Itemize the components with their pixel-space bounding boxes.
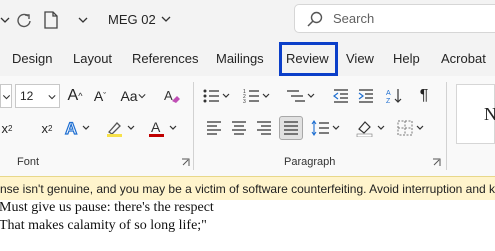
- document-name: MEG 02: [108, 11, 156, 27]
- multilevel-list-icon[interactable]: [285, 84, 317, 108]
- borders-icon[interactable]: [396, 116, 428, 140]
- font-size-dropdown[interactable]: 12: [15, 84, 60, 108]
- review-tab-highlight: [279, 42, 338, 76]
- redo-icon[interactable]: [13, 9, 35, 31]
- document-page[interactable]: Must give us pause: there's the respect …: [0, 200, 495, 251]
- tab-layout[interactable]: Layout: [73, 44, 112, 74]
- change-case-icon[interactable]: Aa: [118, 84, 148, 108]
- new-document-icon[interactable]: [41, 9, 61, 31]
- paragraph-group-label: Paragraph: [284, 156, 336, 168]
- increase-indent-icon[interactable]: [355, 84, 377, 108]
- chevron-down-icon: [48, 95, 56, 100]
- align-left-icon[interactable]: [203, 116, 225, 140]
- align-center-icon[interactable]: [228, 116, 250, 140]
- undo-dropdown-chevron-icon[interactable]: [0, 11, 10, 29]
- align-right-icon[interactable]: [253, 116, 275, 140]
- svg-text:Z: Z: [386, 98, 391, 105]
- paragraph-dialog-launcher-icon[interactable]: [430, 156, 442, 168]
- font-name-dropdown[interactable]: [0, 84, 12, 108]
- search-icon: [307, 11, 323, 27]
- group-separator: [446, 82, 447, 170]
- ribbon-tabs: Design Layout References Mailings Review…: [0, 44, 495, 74]
- chevron-down-icon: [161, 16, 171, 22]
- style-gallery-normal[interactable]: N: [456, 84, 495, 144]
- text-effects-icon[interactable]: A: [63, 116, 93, 140]
- svg-text:A: A: [164, 88, 173, 103]
- document-title-button[interactable]: MEG 02: [108, 9, 171, 29]
- grow-font-icon[interactable]: A ^: [64, 84, 86, 108]
- font-group-label: Font: [17, 156, 40, 168]
- svg-text:A: A: [386, 90, 391, 97]
- tab-help[interactable]: Help: [393, 44, 420, 74]
- subscript-partial-icon[interactable]: x2: [0, 116, 14, 140]
- font-dialog-launcher-icon[interactable]: [179, 156, 191, 168]
- superscript-icon[interactable]: x2: [36, 116, 58, 140]
- numbering-icon[interactable]: 123: [243, 84, 273, 108]
- tab-references[interactable]: References: [132, 44, 198, 74]
- tab-view[interactable]: View: [346, 44, 374, 74]
- search-box[interactable]: Search: [294, 4, 495, 33]
- chevron-down-icon: [2, 95, 11, 100]
- tab-acrobat[interactable]: Acrobat: [441, 44, 486, 74]
- license-warning-banner: nse isn't genuine, and you may be a vict…: [0, 176, 495, 201]
- justify-icon[interactable]: [279, 116, 303, 140]
- bullets-icon[interactable]: [203, 84, 233, 108]
- decrease-indent-icon[interactable]: [330, 84, 352, 108]
- line-spacing-icon[interactable]: [310, 116, 342, 140]
- license-warning-text: nse isn't genuine, and you may be a vict…: [0, 182, 495, 196]
- font-size-value: 12: [20, 89, 34, 103]
- tab-mailings[interactable]: Mailings: [216, 44, 264, 74]
- shrink-font-icon[interactable]: Aˇ: [89, 84, 111, 108]
- sort-icon[interactable]: AZ: [383, 84, 405, 108]
- document-line: Must give us pause: there's the respect: [0, 200, 214, 215]
- title-bar: MEG 02 Search: [0, 0, 495, 38]
- ribbon-panel: 12 A ^ Aˇ Aa A x2 x2 A A Font 123 AZ ¶ P…: [0, 76, 495, 176]
- svg-text:3: 3: [243, 99, 246, 104]
- show-hide-marks-icon[interactable]: ¶: [413, 84, 435, 108]
- shading-icon[interactable]: [354, 116, 388, 140]
- font-color-icon[interactable]: A: [146, 116, 180, 140]
- document-line: That makes calamity of so long life;": [0, 218, 207, 233]
- group-separator: [193, 82, 194, 170]
- clear-formatting-icon[interactable]: A: [161, 84, 183, 108]
- svg-text:A: A: [151, 119, 161, 135]
- highlight-color-icon[interactable]: [104, 116, 138, 140]
- tab-design[interactable]: Design: [12, 44, 52, 74]
- search-placeholder: Search: [333, 11, 375, 26]
- style-preview-text: N: [484, 104, 495, 124]
- svg-text:A: A: [65, 119, 77, 137]
- quick-access-chevron-icon[interactable]: [73, 9, 93, 31]
